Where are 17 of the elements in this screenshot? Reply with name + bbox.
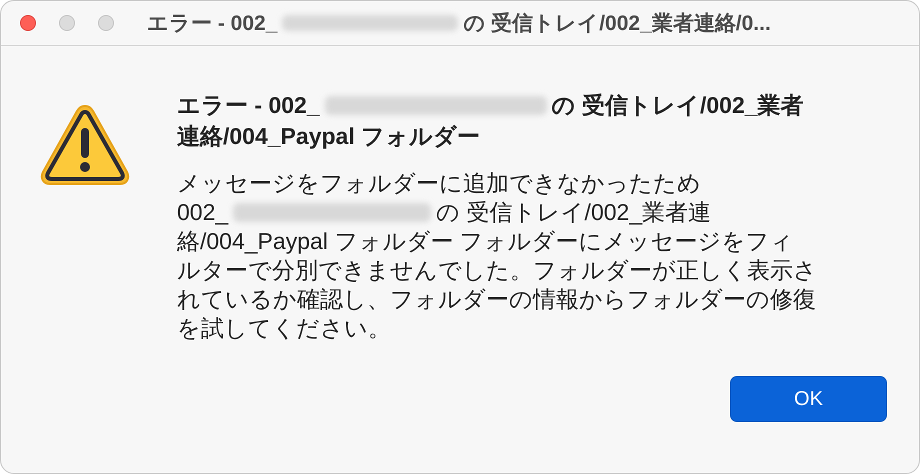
warning-icon <box>39 102 131 188</box>
alert-message: 002_ <box>177 198 228 227</box>
close-button[interactable] <box>20 15 36 31</box>
minimize-button[interactable] <box>59 15 75 31</box>
alert-message: ルターで分別できませんでした。フォルダーが正しく表示さ <box>177 256 817 285</box>
alert-message: の 受信トレイ/002_業者連 <box>436 198 712 227</box>
alert-message: メッセージをフォルダーに追加できなかったため <box>177 169 701 198</box>
window-title: エラー - 002_ <box>147 11 278 37</box>
zoom-button[interactable] <box>98 15 114 31</box>
alert-message: 絡/004_Paypal フォルダー フォルダーにメッセージをフィ <box>177 227 794 256</box>
alert-message: れているか確認し、フォルダーの情報からフォルダーの修復 <box>177 285 816 314</box>
alert-message: を試してください。 <box>177 314 391 343</box>
alert-heading: の 受信トレイ/002_業者 <box>552 91 804 120</box>
alert-heading: 連絡/004_Paypal フォルダー <box>177 122 480 151</box>
alert-heading: エラー - 002_ <box>177 91 320 120</box>
ok-button[interactable]: OK <box>730 376 887 422</box>
window-title: の 受信トレイ/002_業者連絡/0... <box>463 11 771 37</box>
